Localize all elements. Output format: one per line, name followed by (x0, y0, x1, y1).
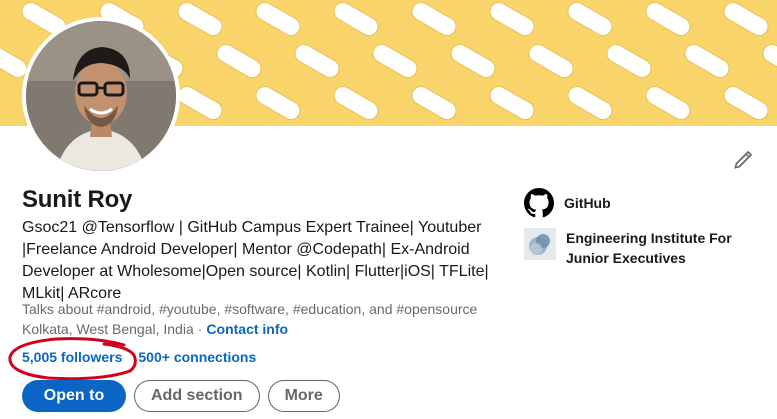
banner-capsule (567, 86, 613, 120)
banner-capsule (606, 44, 652, 78)
banner-capsule (177, 2, 223, 36)
profile-headline: Gsoc21 @Tensorflow | GitHub Campus Exper… (22, 219, 489, 302)
pencil-icon (734, 151, 752, 169)
banner-capsule (723, 2, 769, 36)
github-link[interactable]: GitHub (524, 188, 611, 218)
banner-capsule (411, 86, 457, 120)
profile-stats: 5,005 followers 500+ connections (22, 349, 256, 365)
banner-capsule (645, 2, 691, 36)
banner-capsule (294, 44, 340, 78)
banner-capsule (333, 86, 379, 120)
banner-capsule (489, 2, 535, 36)
banner-capsule (604, 125, 655, 126)
banner-capsule (684, 44, 730, 78)
banner-capsule (567, 2, 613, 36)
banner-capsule (526, 125, 577, 126)
add-section-button[interactable]: Add section (134, 380, 260, 412)
banner-capsule (411, 2, 457, 36)
banner-capsule (450, 44, 496, 78)
banner-capsule (489, 86, 535, 120)
contact-info-link[interactable]: Contact info (206, 321, 288, 337)
open-to-button[interactable]: Open to (22, 380, 126, 412)
banner-capsule (762, 44, 777, 78)
banner-capsule (214, 125, 265, 126)
banner-capsule (216, 44, 262, 78)
profile-name: Sunit Roy (22, 186, 133, 213)
banner-capsule (448, 125, 499, 126)
banner-capsule (723, 86, 769, 120)
banner-capsule (0, 125, 30, 126)
location-line: Kolkata, West Bengal, India · Contact info (22, 321, 288, 337)
school-label: Engineering Institute For Junior Executi… (566, 230, 732, 266)
avatar[interactable] (22, 17, 180, 175)
banner-capsule (372, 44, 418, 78)
banner-capsule (177, 86, 223, 120)
followers-link[interactable]: 5,005 followers (22, 349, 122, 365)
banner-capsule (682, 125, 733, 126)
banner-capsule (255, 2, 301, 36)
school-logo-icon (524, 228, 556, 260)
banner-capsule (370, 125, 421, 126)
more-button[interactable]: More (267, 380, 340, 412)
avatar-photo (26, 21, 176, 171)
location-text: Kolkata, West Bengal, India (22, 321, 194, 337)
banner-capsule (292, 125, 343, 126)
connections-link[interactable]: 500+ connections (138, 349, 256, 365)
banner-capsule (255, 86, 301, 120)
school-link[interactable]: Engineering Institute For Junior Executi… (524, 228, 766, 268)
talks-about: Talks about #android, #youtube, #softwar… (22, 301, 478, 317)
profile-actions: Open to Add section More (22, 380, 340, 412)
edit-profile-button[interactable] (728, 145, 758, 175)
banner-capsule (528, 44, 574, 78)
separator-dot: · (197, 321, 203, 337)
github-logo-icon (524, 188, 554, 218)
banner-capsule (333, 2, 379, 36)
github-label: GitHub (564, 195, 611, 211)
banner-capsule (760, 125, 777, 126)
banner-capsule (645, 86, 691, 120)
